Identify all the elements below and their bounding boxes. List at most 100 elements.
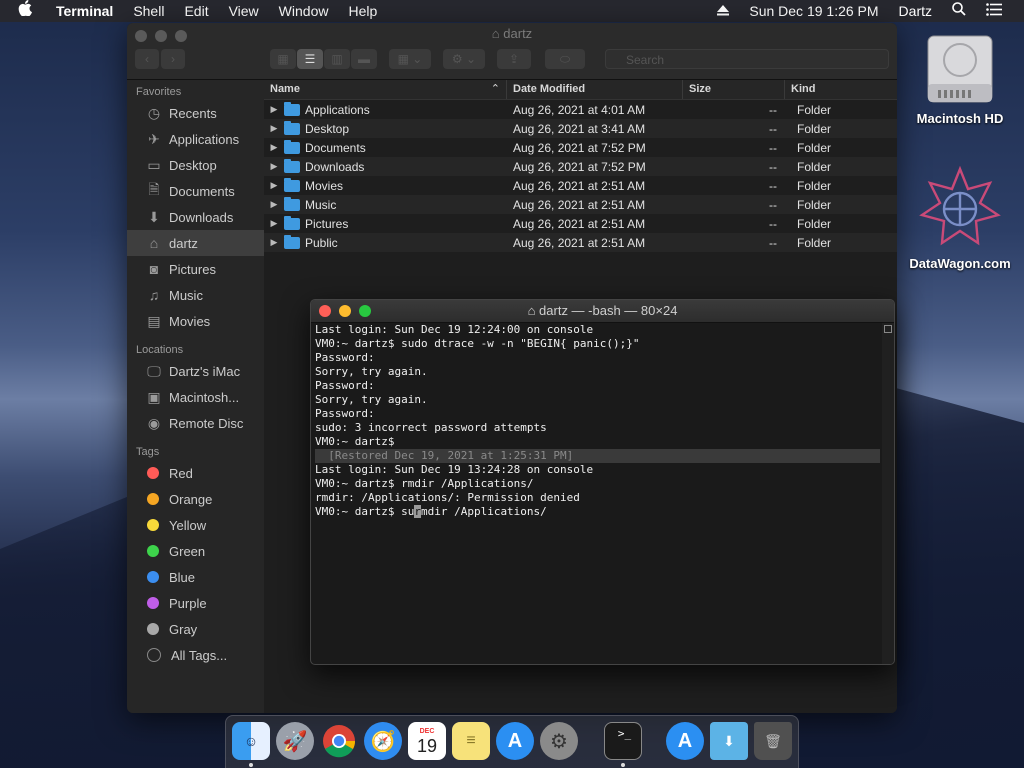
appstore-a-icon: A: [507, 729, 523, 752]
column-header-name[interactable]: Name ⌃: [264, 80, 507, 99]
sidebar-item-label: All Tags...: [171, 647, 228, 663]
table-row[interactable]: ▶ Pictures Aug 26, 2021 at 2:51 AM -- Folder: [264, 214, 897, 233]
sidebar-item-movies[interactable]: ▤ Movies: [127, 308, 264, 334]
terminal-line: Last login: Sun Dec 19 13:24:28 on conso…: [315, 463, 594, 476]
menu-shell[interactable]: Shell: [123, 0, 174, 22]
sidebar-tag-yellow[interactable]: Yellow: [127, 512, 264, 538]
row-name: Applications: [305, 102, 370, 117]
dock-downloads-folder-icon[interactable]: ⬇: [710, 722, 748, 760]
eject-icon[interactable]: [707, 0, 739, 22]
spotlight-search-icon[interactable]: [942, 0, 976, 22]
dock-applications-folder-icon[interactable]: A: [666, 722, 704, 760]
terminal-line: Password:: [315, 379, 375, 392]
search-input[interactable]: Search: [605, 49, 889, 69]
sidebar-tag-red[interactable]: Red: [127, 460, 264, 486]
list-view-button[interactable]: ☰: [297, 49, 323, 69]
row-size: --: [769, 216, 777, 231]
sidebar-item-imac[interactable]: 🖵 Dartz's iMac: [127, 358, 264, 384]
share-icon[interactable]: ⇪: [497, 49, 531, 69]
row-date: Aug 26, 2021 at 3:41 AM: [513, 121, 646, 136]
terminal-output[interactable]: Last login: Sun Dec 19 12:24:00 on conso…: [315, 323, 880, 664]
download-arrow-icon: ⬇: [723, 732, 735, 749]
sidebar-item-remote-disc[interactable]: ◉ Remote Disc: [127, 410, 264, 436]
dock-calendar-icon[interactable]: DEC 19: [408, 722, 446, 760]
sidebar-item-desktop[interactable]: ▭ Desktop: [127, 152, 264, 178]
downloads-icon: ⬇: [148, 208, 160, 225]
apple-menu-icon[interactable]: [0, 0, 46, 23]
desktop-icon-macintosh-hd[interactable]: Macintosh HD: [905, 30, 1015, 126]
table-row[interactable]: ▶ Desktop Aug 26, 2021 at 3:41 AM -- Folder: [264, 119, 897, 138]
table-row[interactable]: ▶ Applications Aug 26, 2021 at 4:01 AM -- Fo…: [264, 100, 897, 119]
tag-dot-icon: [147, 519, 159, 531]
table-row[interactable]: ▶ Movies Aug 26, 2021 at 2:51 AM -- Folder: [264, 176, 897, 195]
table-row[interactable]: ▶ Documents Aug 26, 2021 at 7:52 PM -- Folde…: [264, 138, 897, 157]
dock-finder-icon[interactable]: ☺: [232, 722, 270, 760]
sidebar-item-recents[interactable]: ◷ Recents: [127, 100, 264, 126]
disclosure-triangle-icon[interactable]: ▶: [264, 104, 284, 115]
dock-notes-icon[interactable]: ≡: [452, 722, 490, 760]
disclosure-triangle-icon[interactable]: ▶: [264, 161, 284, 172]
scroll-marker-icon[interactable]: [884, 325, 892, 333]
sidebar-all-tags[interactable]: All Tags...: [127, 642, 264, 668]
sidebar-item-macintosh[interactable]: ▣ Macintosh...: [127, 384, 264, 410]
sidebar-tag-orange[interactable]: Orange: [127, 486, 264, 512]
disclosure-triangle-icon[interactable]: ▶: [264, 180, 284, 191]
dock-trash-icon[interactable]: 🗑: [754, 722, 792, 760]
terminal-line: Sorry, try again.: [315, 393, 428, 406]
sidebar-tag-purple[interactable]: Purple: [127, 590, 264, 616]
dock-chrome-icon[interactable]: [320, 722, 358, 760]
column-view-button[interactable]: ▥: [324, 49, 350, 69]
terminal-current-line[interactable]: VM0:~ dartz$ surmdir /Applications/: [315, 505, 880, 519]
row-kind: Folder: [797, 197, 832, 212]
column-header-date[interactable]: Date Modified: [507, 80, 683, 99]
sidebar-item-documents[interactable]: 🗎 Documents: [127, 178, 264, 204]
dock-terminal-icon[interactable]: >_: [604, 722, 642, 760]
table-row[interactable]: ▶ Music Aug 26, 2021 at 2:51 AM -- Folder: [264, 195, 897, 214]
table-row[interactable]: ▶ Public Aug 26, 2021 at 2:51 AM -- Folder: [264, 233, 897, 252]
sidebar-tag-blue[interactable]: Blue: [127, 564, 264, 590]
gallery-view-button[interactable]: ▬: [351, 49, 377, 69]
table-row[interactable]: ▶ Downloads Aug 26, 2021 at 7:52 PM -- Folde…: [264, 157, 897, 176]
disclosure-triangle-icon[interactable]: ▶: [264, 142, 284, 153]
tag-icon[interactable]: ⬭: [545, 49, 585, 69]
menu-edit[interactable]: Edit: [174, 0, 218, 22]
sidebar-tag-green[interactable]: Green: [127, 538, 264, 564]
compass-icon: 🧭: [370, 730, 396, 753]
dock-appstore-icon[interactable]: A: [496, 722, 534, 760]
disclosure-triangle-icon[interactable]: ▶: [264, 123, 284, 134]
tag-dot-icon: [147, 571, 159, 583]
disclosure-triangle-icon[interactable]: ▶: [264, 218, 284, 229]
disclosure-triangle-icon[interactable]: ▶: [264, 237, 284, 248]
column-header-size[interactable]: Size: [683, 80, 785, 99]
icon-view-button[interactable]: ▦: [270, 49, 296, 69]
menu-app-name[interactable]: Terminal: [46, 0, 123, 22]
sidebar-item-label: Blue: [169, 569, 196, 585]
group-by-button[interactable]: ▦ ⌄: [389, 49, 431, 69]
sidebar-item-music[interactable]: ♫ Music: [127, 282, 264, 308]
desktop-icon-datawagon[interactable]: DataWagon.com: [905, 165, 1015, 271]
menu-help[interactable]: Help: [338, 0, 387, 22]
sidebar-heading-locations: Locations: [136, 344, 184, 356]
disclosure-triangle-icon[interactable]: ▶: [264, 199, 284, 210]
menu-view[interactable]: View: [219, 0, 269, 22]
menu-window[interactable]: Window: [269, 0, 339, 22]
sidebar-item-downloads[interactable]: ⬇ Downloads: [127, 204, 264, 230]
dock-safari-icon[interactable]: 🧭: [364, 722, 402, 760]
notification-center-icon[interactable]: [976, 0, 1024, 22]
sort-chevron-up-icon: ⌃: [490, 83, 500, 95]
action-gear-icon[interactable]: ⚙ ⌄: [443, 49, 485, 69]
sidebar-item-pictures[interactable]: ◙ Pictures: [127, 256, 264, 282]
sidebar-item-applications[interactable]: ✈ Applications: [127, 126, 264, 152]
dock-system-preferences-icon[interactable]: ⚙: [540, 722, 578, 760]
row-date: Aug 26, 2021 at 7:52 PM: [513, 159, 646, 174]
sidebar-item-dartz[interactable]: ⌂ dartz: [127, 230, 264, 256]
terminal-scrollbar[interactable]: [882, 323, 894, 664]
dock-launchpad-icon[interactable]: 🚀: [276, 722, 314, 760]
menu-user[interactable]: Dartz: [889, 0, 942, 22]
back-button[interactable]: ‹: [135, 49, 159, 69]
sidebar-tag-gray[interactable]: Gray: [127, 616, 264, 642]
menu-clock[interactable]: Sun Dec 19 1:26 PM: [739, 0, 888, 22]
column-header-kind[interactable]: Kind: [785, 80, 897, 99]
forward-button[interactable]: ›: [161, 49, 185, 69]
tag-dot-icon: [147, 493, 159, 505]
